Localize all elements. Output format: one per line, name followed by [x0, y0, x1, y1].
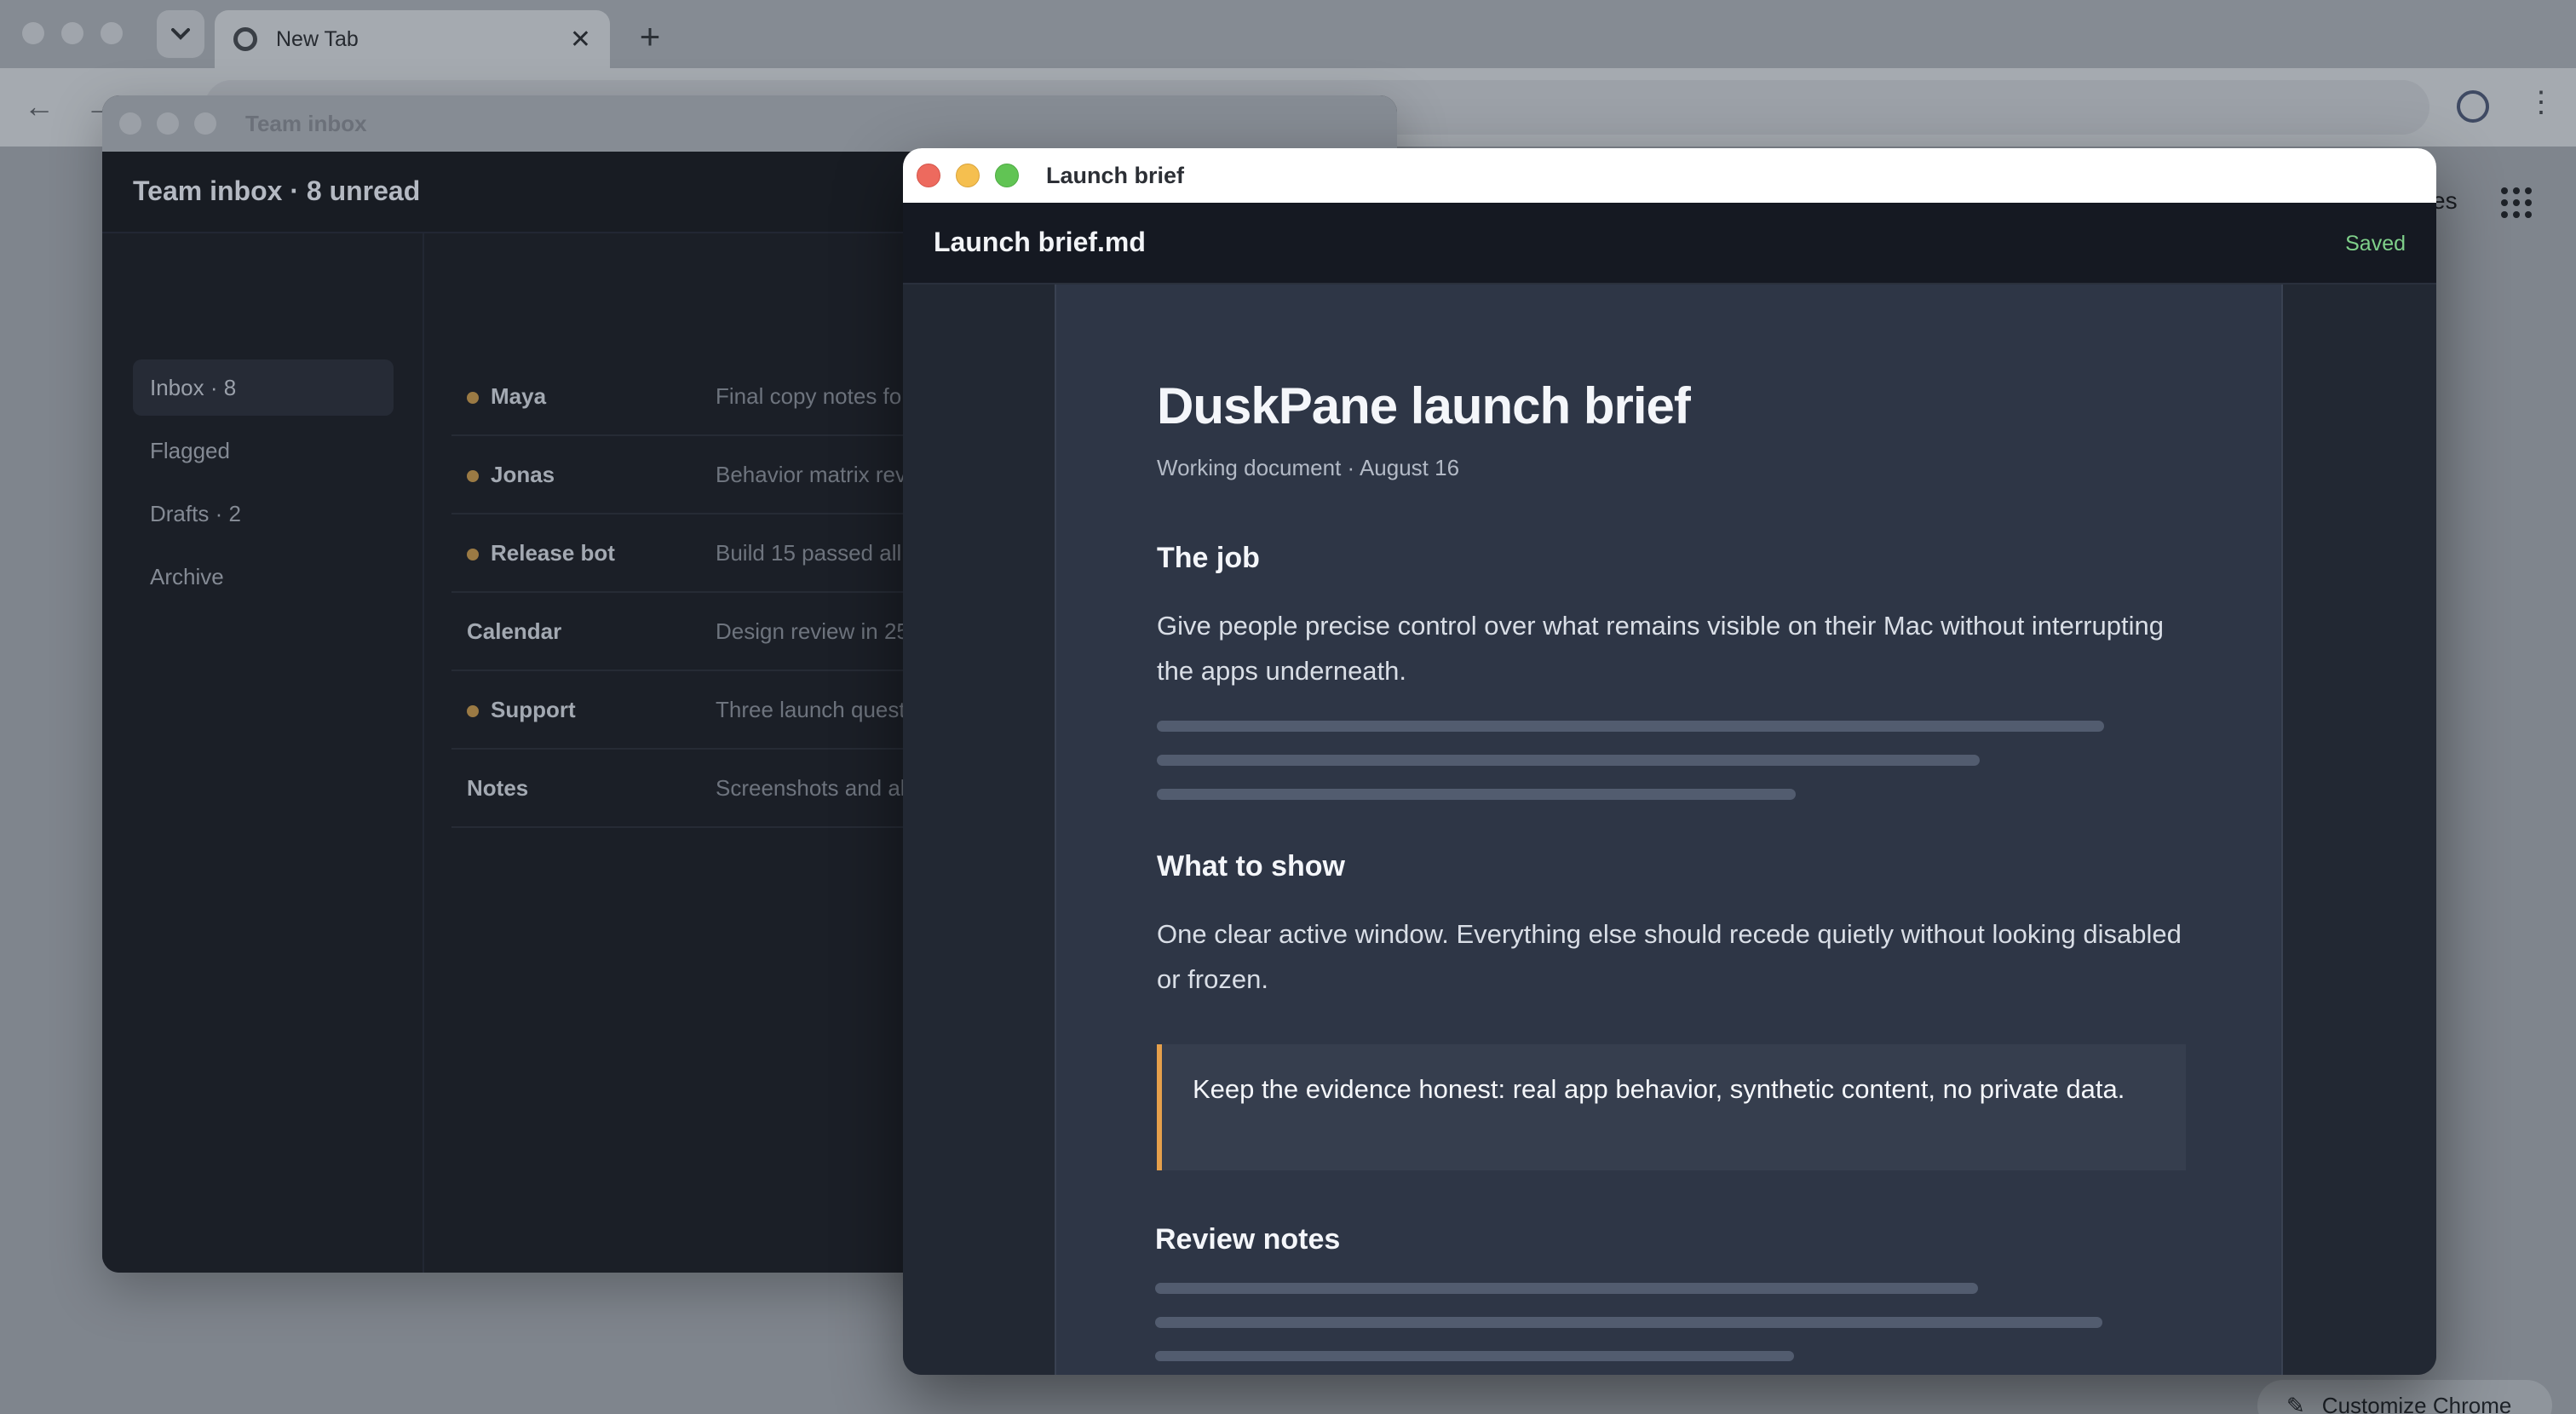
- inbox-heading: Team inbox · 8 unread: [133, 175, 421, 206]
- section-paragraph: Give people precise control over what re…: [1157, 611, 2165, 686]
- message-preview: Final copy notes for: [716, 383, 909, 409]
- message-sender: Jonas: [491, 462, 555, 487]
- message-preview: Three launch questio: [716, 697, 923, 722]
- section-heading: What to show: [1157, 850, 1345, 882]
- document-filename: Launch brief.md: [934, 227, 1146, 257]
- message-sender: Support: [491, 697, 576, 722]
- brief-titlebar: Launch brief: [903, 148, 2436, 203]
- section-heading: The job: [1157, 542, 1260, 574]
- message-preview: Behavior matrix revie: [716, 462, 924, 487]
- section-paragraph: One clear active window. Everything else…: [1157, 919, 2182, 994]
- unread-dot-icon: [467, 705, 479, 717]
- brief-window-title: Launch brief: [1046, 163, 1185, 188]
- browser-zoom-button[interactable]: [101, 22, 123, 44]
- inbox-sidebar: Inbox · 8 Flagged Drafts · 2 Archive: [102, 233, 424, 1273]
- document-title: DuskPane launch brief: [1157, 377, 1691, 434]
- placeholder-line: [1157, 721, 2104, 732]
- profile-icon[interactable]: [2457, 90, 2489, 123]
- google-apps-icon[interactable]: [2501, 187, 2532, 218]
- new-tab-button[interactable]: +: [629, 15, 671, 58]
- close-icon[interactable]: ✕: [570, 25, 591, 55]
- tab-search-button[interactable]: [157, 10, 204, 58]
- customize-label: Customize Chrome: [2321, 1392, 2512, 1414]
- document-scroll-area[interactable]: DuskPane launch brief Working document ·…: [903, 285, 2436, 1375]
- minimize-button[interactable]: [956, 164, 980, 187]
- inbox-window-title: Team inbox: [245, 111, 367, 136]
- sidebar-item-drafts[interactable]: Drafts · 2: [133, 486, 394, 542]
- message-sender: Calendar: [467, 618, 562, 644]
- message-sender: Maya: [491, 383, 547, 409]
- close-button[interactable]: [917, 164, 940, 187]
- more-menu-icon[interactable]: ⋮: [2527, 85, 2556, 119]
- message-preview: Design review in 25 r: [716, 618, 923, 644]
- unread-dot-icon: [467, 549, 479, 560]
- browser-close-button[interactable]: [22, 22, 44, 44]
- sidebar-item-flagged[interactable]: Flagged: [133, 422, 394, 479]
- message-sender: Release bot: [491, 540, 615, 566]
- customize-chrome-button[interactable]: ✎ Customize Chrome: [2257, 1380, 2552, 1414]
- inbox-zoom-button[interactable]: [194, 112, 216, 135]
- sidebar-item-archive[interactable]: Archive: [133, 549, 394, 605]
- tab-new-tab[interactable]: New Tab ✕: [215, 10, 610, 68]
- back-icon[interactable]: ←: [24, 89, 55, 124]
- callout-quote: Keep the evidence honest: real app behav…: [1157, 1044, 2186, 1170]
- tab-title: New Tab: [276, 26, 359, 51]
- message-preview: Screenshots and alt: [716, 775, 911, 801]
- inbox-titlebar: Team inbox: [102, 95, 1397, 152]
- placeholder-line: [1157, 789, 1796, 800]
- inbox-minimize-button[interactable]: [157, 112, 179, 135]
- launch-brief-window: Launch brief Launch brief.md Saved DuskP…: [903, 148, 2436, 1375]
- message-sender: Notes: [467, 775, 529, 801]
- zoom-button[interactable]: [995, 164, 1019, 187]
- tab-strip: New Tab ✕ +: [0, 0, 2576, 68]
- document-page[interactable]: DuskPane launch brief Working document ·…: [1055, 285, 2283, 1375]
- sidebar-item-inbox[interactable]: Inbox · 8: [133, 359, 394, 416]
- unread-dot-icon: [467, 470, 479, 482]
- inbox-close-button[interactable]: [119, 112, 141, 135]
- unread-dot-icon: [467, 392, 479, 404]
- pencil-icon: ✎: [2286, 1392, 2305, 1414]
- browser-minimize-button[interactable]: [61, 22, 83, 44]
- document-meta: Working document · August 16: [1157, 455, 1460, 480]
- placeholder-line: [1157, 755, 1980, 766]
- document-header: Launch brief.md Saved: [903, 203, 2436, 285]
- message-preview: Build 15 passed all c: [716, 540, 919, 566]
- save-status: Saved: [2345, 232, 2406, 256]
- chevron-down-icon: [171, 28, 190, 40]
- chrome-icon: [233, 27, 257, 51]
